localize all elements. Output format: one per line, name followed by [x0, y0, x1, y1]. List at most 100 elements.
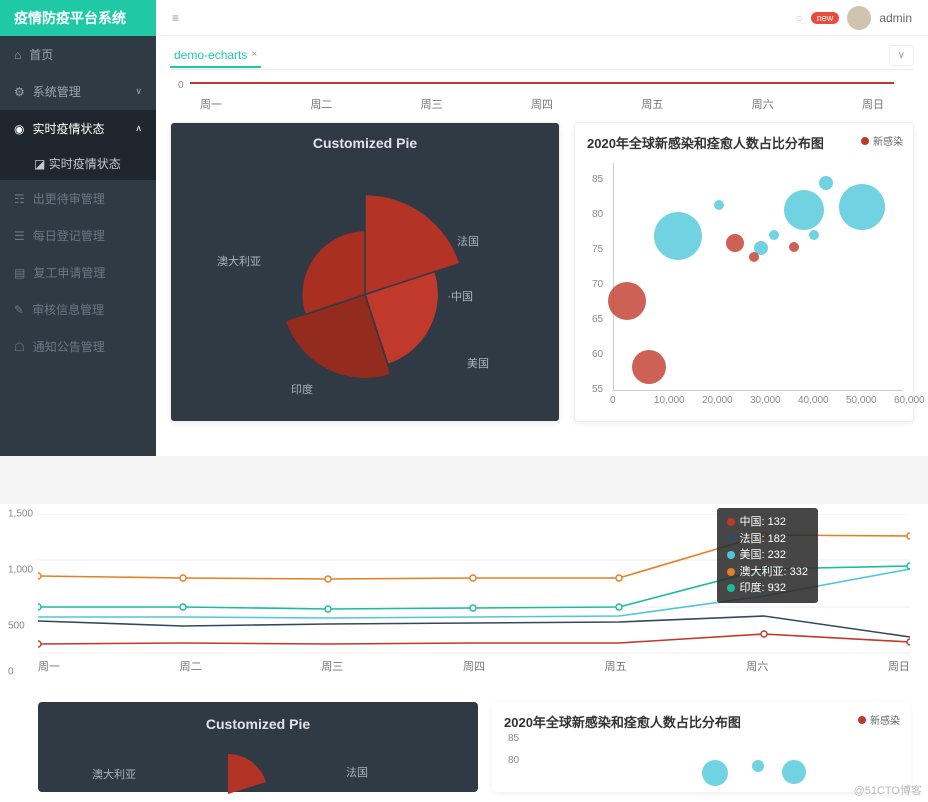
topbar: 疫情防疫平台系统 ≡ ○ new admin — [0, 0, 928, 36]
y-tick: 1,500 — [8, 509, 33, 520]
bubble — [819, 176, 833, 190]
sidebar-subitem-epidemic[interactable]: ◪ 实时疫情状态 — [0, 147, 156, 180]
y-tick: 65 — [592, 314, 603, 325]
avatar[interactable] — [847, 6, 871, 30]
sidebar-item-label: 实时疫情状态 — [32, 120, 104, 137]
bubble — [714, 200, 724, 210]
y-zero-label: 0 — [178, 80, 184, 91]
y-tick: 75 — [592, 244, 603, 255]
x-label: 周一 — [200, 96, 222, 112]
legend-label: 新感染 — [873, 133, 903, 148]
sidebar-item-home[interactable]: ⌂ 首页 — [0, 36, 156, 73]
tabs: demo-echarts × ∨ — [170, 42, 914, 70]
main: demo-echarts × ∨ 0 周一 周二 周三 周四 周五 周六 周日 — [156, 36, 928, 456]
x-tick: 20,000 — [702, 395, 733, 406]
sidebar-item-label: 实时疫情状态 — [49, 157, 121, 171]
y-tick: 70 — [592, 279, 603, 290]
bubble — [749, 252, 759, 262]
tab-demo-echarts[interactable]: demo-echarts × — [170, 44, 261, 68]
sidebar-item-epidemic[interactable]: ◉ 实时疫情状态 ∧ — [0, 110, 156, 147]
scatter-chart: 55 60 65 70 75 80 85 0 10,000 20,000 30,… — [613, 163, 903, 391]
sidebar-item-audit[interactable]: ✎ 审核信息管理 — [0, 291, 156, 328]
audit-icon: ✎ — [14, 303, 24, 317]
bubble — [769, 230, 779, 240]
tabs-more-button[interactable]: ∨ — [889, 45, 914, 66]
bubble — [608, 282, 646, 320]
x-label: 周三 — [321, 658, 343, 674]
tooltip-text: 法国: 182 — [740, 531, 786, 548]
sidebar-item-pending[interactable]: ☶ 出更待审管理 — [0, 180, 156, 217]
x-label: 周五 — [641, 96, 663, 112]
sidebar-item-label: 系统管理 — [33, 83, 81, 100]
y-tick: 500 — [8, 621, 25, 632]
tooltip-dot-icon — [727, 551, 735, 559]
bubble — [752, 760, 764, 772]
pie-label-extra: ·中国 — [447, 288, 473, 304]
chevron-down-icon: ∨ — [135, 86, 142, 97]
tooltip-dot-icon — [727, 584, 735, 592]
y-tick: 60 — [592, 349, 603, 360]
pie-label: 澳大利亚 — [92, 766, 136, 782]
tooltip-text: 中国: 132 — [740, 514, 786, 531]
mini-line-chart: 0 周一 周二 周三 周四 周五 周六 周日 — [170, 76, 914, 112]
tooltip-text: 澳大利亚: 332 — [740, 564, 808, 581]
dot-icon: ○ — [796, 11, 803, 25]
bubble — [726, 234, 744, 252]
x-label: 周五 — [605, 658, 627, 674]
close-icon[interactable]: × — [251, 49, 257, 60]
y-tick: 85 — [508, 733, 519, 744]
pie-title: Customized Pie — [38, 702, 478, 732]
watermark: @51CTO博客 — [854, 782, 922, 798]
x-label: 周一 — [38, 658, 60, 674]
tab-label: demo-echarts — [174, 48, 247, 62]
x-label: 周二 — [180, 658, 202, 674]
gear-icon: ⚙ — [14, 85, 25, 99]
x-tick: 60,000 — [894, 395, 925, 406]
tooltip-dot-icon — [727, 568, 735, 576]
scatter-title: 2020年全球新感染和痊愈人数占比分布图 — [492, 702, 910, 741]
x-tick: 10,000 — [654, 395, 685, 406]
sidebar-item-system[interactable]: ⚙ 系统管理 ∨ — [0, 73, 156, 110]
legend-dot-icon — [858, 716, 866, 724]
sidebar-item-daily[interactable]: ☰ 每日登记管理 — [0, 217, 156, 254]
sidebar-item-return[interactable]: ▤ 复工申请管理 — [0, 254, 156, 291]
y-tick: 1,000 — [8, 565, 33, 576]
bubble — [632, 350, 666, 384]
hamburger-icon[interactable]: ≡ — [172, 11, 179, 25]
sidebar-item-label: 每日登记管理 — [33, 227, 105, 244]
tooltip-text: 美国: 232 — [740, 547, 786, 564]
x-label: 周四 — [531, 96, 553, 112]
bubble — [789, 242, 799, 252]
legend-label: 新感染 — [870, 712, 900, 727]
sidebar-item-notice[interactable]: ☖ 通知公告管理 — [0, 328, 156, 365]
sidebar-item-label: 首页 — [29, 46, 53, 63]
bubble — [784, 190, 824, 230]
y-tick: 85 — [592, 174, 603, 185]
sidebar-item-label: 复工申请管理 — [33, 264, 105, 281]
username[interactable]: admin — [879, 11, 912, 25]
sidebar-item-label: 出更待审管理 — [33, 190, 105, 207]
tooltip-text: 印度: 932 — [740, 580, 786, 597]
pie-title: Customized Pie — [171, 123, 559, 151]
pie-label: 法国 — [457, 233, 479, 249]
pie-label: 印度 — [291, 381, 313, 397]
x-tick: 50,000 — [846, 395, 877, 406]
y-tick: 80 — [592, 209, 603, 220]
x-label: 周二 — [310, 96, 332, 112]
scatter-panel-2: 2020年全球新感染和痊愈人数占比分布图 新感染 80 85 — [492, 702, 910, 792]
brand: 疫情防疫平台系统 — [0, 0, 156, 36]
x-tick: 40,000 — [798, 395, 829, 406]
home-icon: ⌂ — [14, 48, 21, 62]
scatter-legend[interactable]: 新感染 — [861, 133, 903, 148]
user-icon: ☶ — [14, 192, 25, 206]
sidebar: ⌂ 首页 ⚙ 系统管理 ∨ ◉ 实时疫情状态 ∧ ◪ 实时疫情状态 ☶ 出更待审… — [0, 36, 156, 456]
chart-tooltip: 中国: 132 法国: 182 美国: 232 澳大利亚: 332 印度: 93… — [717, 508, 818, 603]
scatter-panel: 2020年全球新感染和痊愈人数占比分布图 新感染 55 60 65 70 75 … — [574, 122, 914, 422]
pie-panel-2: Customized Pie 澳大利亚 法国 — [38, 702, 478, 792]
book-icon: ☰ — [14, 229, 25, 243]
bubble — [809, 230, 819, 240]
x-label: 周日 — [888, 658, 910, 674]
scatter-legend[interactable]: 新感染 — [858, 712, 900, 727]
bell-icon: ☖ — [14, 340, 25, 354]
y-tick: 55 — [592, 384, 603, 395]
